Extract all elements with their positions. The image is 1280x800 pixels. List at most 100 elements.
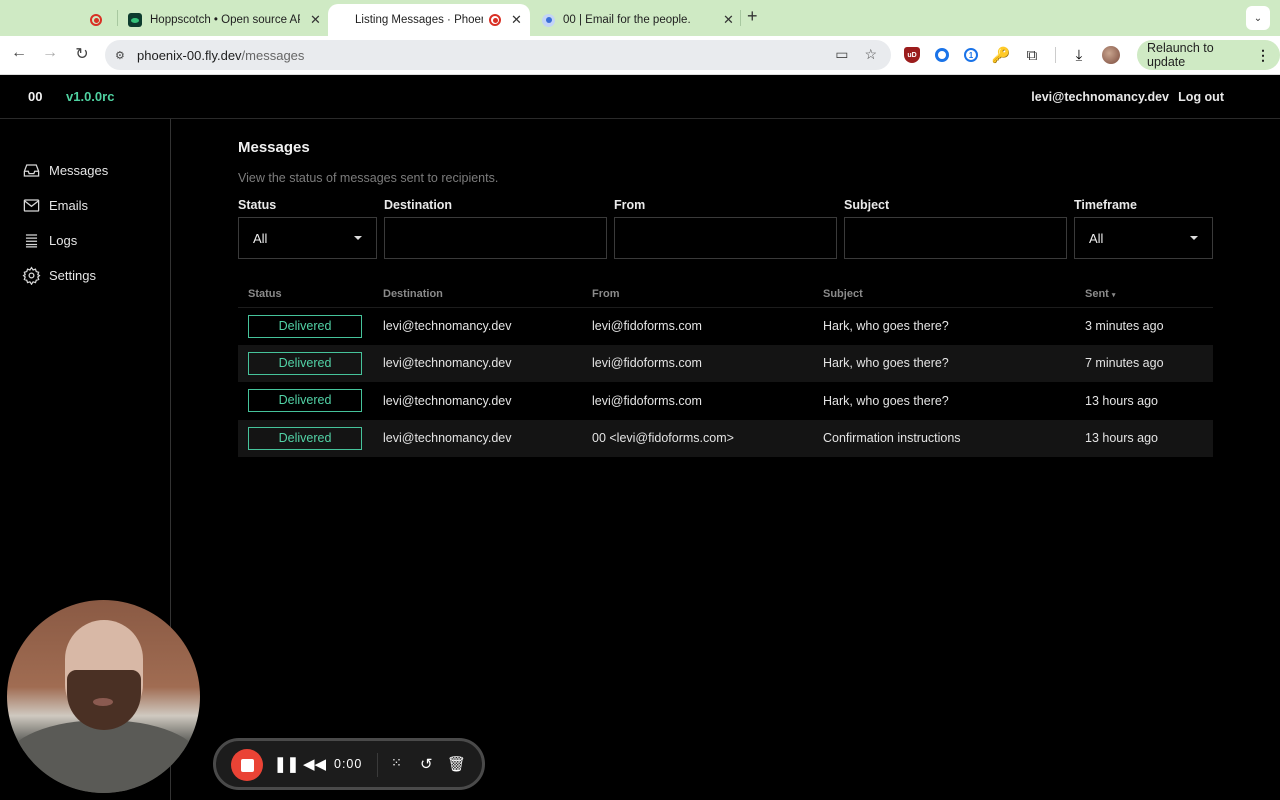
sent-header-label: Sent <box>1085 287 1109 300</box>
version-label: v1.0.0rc <box>66 89 115 104</box>
back-arrow-icon[interactable]: ← <box>8 44 30 62</box>
webcam-bubble[interactable] <box>7 600 200 793</box>
inbox-icon <box>23 164 40 177</box>
column-header-from: From <box>582 281 813 308</box>
from-cell: levi@fidoforms.com <box>592 393 702 408</box>
stop-recording-button[interactable] <box>231 749 263 781</box>
webcam-shirt <box>7 720 200 793</box>
column-header-destination: Destination <box>373 281 582 308</box>
column-header-sent[interactable]: Sent ▾ <box>1075 281 1213 308</box>
column-header-subject: Subject <box>813 281 1075 308</box>
destination-filter: Destination <box>384 198 607 259</box>
trash-icon[interactable]: 🗑 <box>447 755 466 773</box>
subject-cell: Hark, who goes there? <box>823 319 949 333</box>
sidebar-item-logs[interactable]: Logs <box>22 231 77 250</box>
brand-logo[interactable]: 00 <box>28 89 42 104</box>
status-cell: Delivered <box>238 307 373 345</box>
destination-filter-label: Destination <box>384 198 453 212</box>
extensions-area: uD 1 🔑 ⧉ ⤓ <box>904 46 1120 64</box>
subject-cell: Confirmation instructions <box>813 419 1075 457</box>
recording-timer: 0:00 <box>334 757 363 771</box>
from-input[interactable] <box>615 218 836 258</box>
bookmark-star-icon[interactable]: ☆ <box>864 46 877 63</box>
restart-icon[interactable]: ↺ <box>420 755 433 773</box>
tab-hoppscotch[interactable]: Hoppscotch • Open source API ✕ <box>128 4 323 36</box>
extensions-puzzle-icon[interactable]: ⧉ <box>1024 47 1040 64</box>
camera-icon[interactable]: ▭ <box>835 46 848 63</box>
sent-cell: 13 hours ago <box>1075 419 1213 457</box>
table-row[interactable]: Delivered levi@technomancy.dev 00 <levi@… <box>238 419 1213 457</box>
status-select[interactable]: All <box>238 217 377 259</box>
sent-cell: 7 minutes ago <box>1075 344 1213 382</box>
timeframe-filter: Timeframe All <box>1074 198 1213 259</box>
table-row[interactable]: Delivered levi@technomancy.dev levi@fido… <box>238 382 1213 420</box>
destination-cell: levi@technomancy.dev <box>383 319 512 333</box>
more-menu-icon[interactable]: ⋮ <box>1256 47 1270 64</box>
close-tab-icon[interactable]: ✕ <box>723 12 734 28</box>
timeframe-filter-label: Timeframe <box>1074 198 1137 212</box>
00-favicon-icon <box>542 13 555 27</box>
sidebar-item-emails[interactable]: Emails <box>22 196 88 215</box>
status-cell: Delivered <box>238 382 373 420</box>
address-bar[interactable]: ⚙ phoenix-00.fly.dev/messages ▭ ☆ <box>105 40 891 70</box>
tab-title: Listing Messages · Phoeni <box>355 14 483 26</box>
envelope-icon <box>23 199 40 212</box>
url-host: phoenix-00.fly.dev <box>137 47 242 63</box>
status-filter-label: Status <box>238 198 277 212</box>
close-tab-icon[interactable]: ✕ <box>310 12 321 28</box>
tab-separator <box>117 10 118 26</box>
forward-arrow-icon[interactable]: → <box>39 44 61 62</box>
pause-icon[interactable]: ❚❚ <box>274 755 299 773</box>
tab-listing-messages[interactable]: Listing Messages · Phoeni ✕ <box>328 4 530 36</box>
rewind-icon[interactable]: ◀◀ <box>303 755 326 773</box>
tab-00-email[interactable]: 00 | Email for the people. ✕ <box>542 4 736 36</box>
status-badge: Delivered <box>248 389 362 413</box>
onepassword-icon[interactable]: 1 <box>964 48 978 62</box>
key-icon[interactable]: 🔑 <box>992 47 1011 64</box>
table-row[interactable]: Delivered levi@technomancy.dev levi@fido… <box>238 307 1213 345</box>
webcam-mouth <box>93 698 113 706</box>
ublock-icon[interactable]: uD <box>904 47 920 63</box>
close-tab-icon[interactable]: ✕ <box>511 12 522 28</box>
dot-grid-icon[interactable]: ⁙ <box>391 755 402 771</box>
timeframe-select-value: All <box>1089 231 1104 246</box>
browser-tab-strip: Hoppscotch • Open source API ✕ Listing M… <box>0 0 1280 36</box>
user-email[interactable]: levi@technomancy.dev <box>1031 90 1169 104</box>
tab-title: Hoppscotch • Open source API <box>150 14 300 26</box>
sent-cell: 13 hours ago <box>1085 393 1158 408</box>
tab-separator <box>740 10 741 26</box>
timeframe-select[interactable]: All <box>1074 217 1213 259</box>
site-settings-icon[interactable]: ⚙ <box>115 49 131 62</box>
tab-search-chevron-icon[interactable]: ⌄ <box>1246 6 1270 30</box>
browser-toolbar: ← → ↻ ⚙ phoenix-00.fly.dev/messages ▭ ☆ … <box>0 36 1280 75</box>
subject-filter: Subject <box>844 198 1067 259</box>
sort-desc-icon: ▾ <box>1111 291 1116 299</box>
status-cell: Delivered <box>238 344 373 382</box>
relaunch-button[interactable]: Relaunch to update ⋮ <box>1137 40 1280 70</box>
reload-icon[interactable]: ↻ <box>71 44 93 64</box>
profile-avatar[interactable] <box>1102 46 1120 64</box>
subject-input[interactable] <box>845 218 1066 258</box>
url-path: /messages <box>241 47 305 63</box>
subject-cell: Hark, who goes there? <box>813 344 1075 382</box>
sidebar-item-messages[interactable]: Messages <box>22 161 108 180</box>
destination-input[interactable] <box>385 218 606 258</box>
tab-recording[interactable] <box>90 4 102 36</box>
from-cell: levi@fidoforms.com <box>582 344 813 382</box>
new-tab-button[interactable]: + <box>747 6 758 27</box>
sidebar-item-settings[interactable]: Settings <box>22 266 96 285</box>
sidebar-item-label: Settings <box>49 268 96 283</box>
logs-icon <box>25 234 38 248</box>
status-select-value: All <box>253 231 268 246</box>
destination-cell: levi@technomancy.dev <box>373 344 582 382</box>
tab-title: 00 | Email for the people. <box>563 14 691 26</box>
status-badge: Delivered <box>248 426 362 450</box>
table-row[interactable]: Delivered levi@technomancy.dev levi@fido… <box>238 344 1213 382</box>
url-text: phoenix-00.fly.dev/messages <box>137 48 304 63</box>
download-icon[interactable]: ⤓ <box>1071 47 1087 64</box>
gear-icon <box>22 266 41 285</box>
table-header-row: Status Destination From Subject Sent ▾ <box>238 281 1213 308</box>
recording-dot-icon <box>489 14 501 26</box>
extension-c-icon[interactable] <box>935 48 949 62</box>
logout-link[interactable]: Log out <box>1178 90 1224 104</box>
